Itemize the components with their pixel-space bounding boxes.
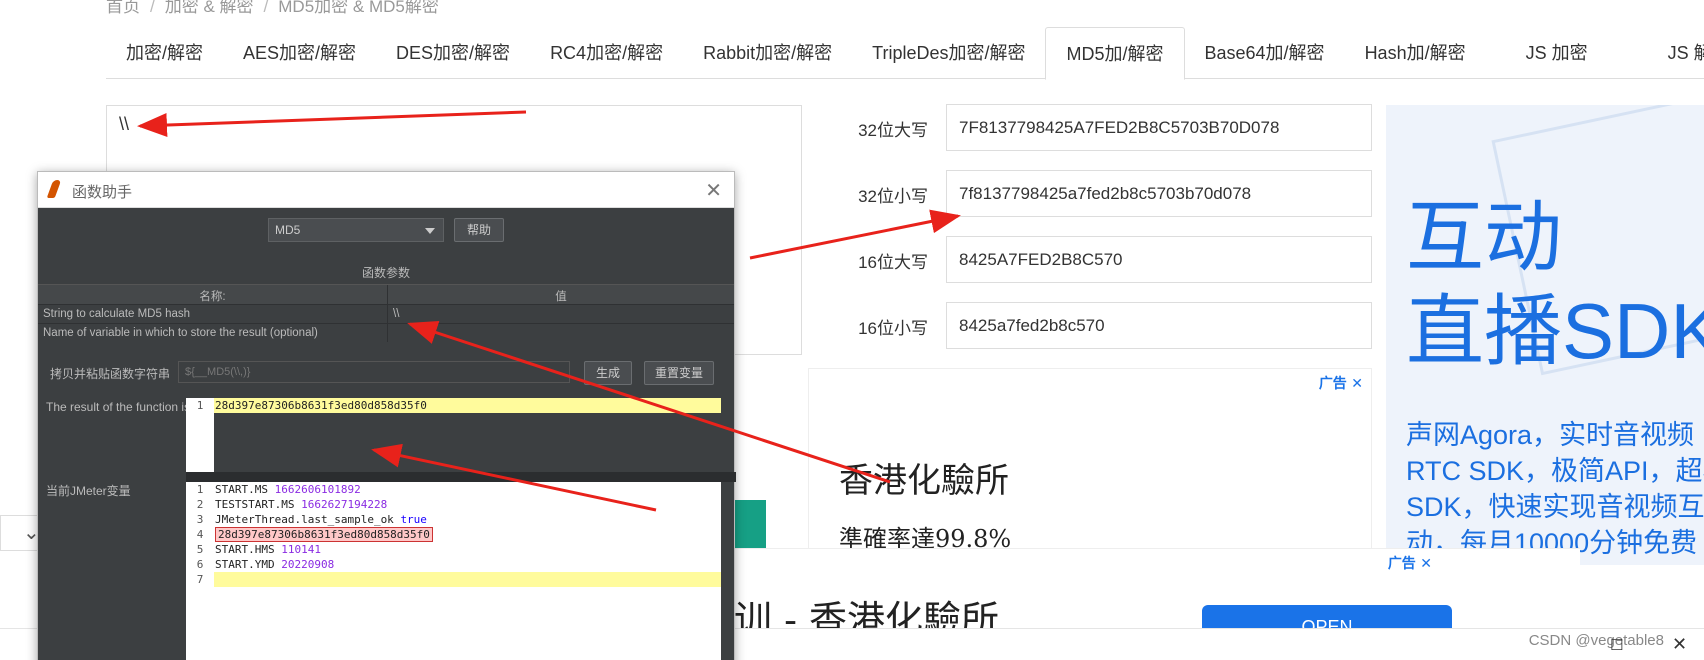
close-icon[interactable]: ✕ — [1351, 375, 1363, 391]
breadcrumb-separator: / — [150, 0, 155, 16]
params-heading: 函数参数 — [361, 266, 410, 280]
ad-tag-label: 广告 — [1318, 375, 1347, 391]
var-value: 1662606101892 — [274, 483, 361, 496]
agora-description: 声网Agora，实时音视频 RTC SDK，极简API，超小SDK，快速实现音视… — [1406, 420, 1704, 558]
tab-rc4[interactable]: RC4加密/解密 — [530, 27, 683, 79]
var-value: 1662627194228 — [301, 498, 388, 511]
jmeter-feather-icon — [46, 180, 62, 198]
var-line: START.HMS 110141 — [214, 542, 721, 557]
tab-js-encrypt[interactable]: JS 加密 — [1486, 27, 1628, 79]
breadcrumb-home[interactable]: 首页 — [106, 0, 140, 16]
function-select-value: MD5 — [275, 223, 301, 237]
result-label: The result of the function is — [46, 400, 191, 414]
param-value[interactable] — [388, 324, 734, 342]
var-line: 28d397e87306b8631f3ed80d858d35f0 — [214, 527, 721, 542]
vars-label: 当前JMeter变量 — [46, 484, 131, 498]
var-key: TESTSTART.MS — [215, 498, 295, 511]
ad-tag-label: 广告 — [1387, 555, 1416, 571]
copy-label: 拷贝并粘贴函数字符串 — [50, 367, 171, 381]
result-label-16-upper: 16位大写 — [858, 253, 928, 272]
tab-encrypt-decrypt[interactable]: 加密/解密 — [106, 27, 223, 79]
table-row[interactable]: String to calculate MD5 hash \\ — [38, 304, 734, 323]
generate-button[interactable]: 生成 — [584, 361, 632, 385]
agora-headline: 互动 直播SDK — [1406, 190, 1704, 378]
dialog-title: 函数助手 — [72, 184, 133, 201]
params-table-header: 名称: 值 — [38, 284, 734, 304]
result-field-16-upper[interactable]: 8425A7FED2B8C570 — [946, 236, 1372, 283]
param-name: String to calculate MD5 hash — [38, 305, 388, 323]
tab-rabbit[interactable]: Rabbit加密/解密 — [683, 27, 852, 79]
table-row[interactable]: Name of variable in which to store the r… — [38, 323, 734, 342]
ad-tag-bottom: 广告 ✕ — [1388, 553, 1432, 573]
breadcrumb-current: MD5加密 & MD5解密 — [278, 0, 439, 16]
breadcrumb-encrypt[interactable]: 加密 & 解密 — [165, 0, 254, 16]
agora-headline-line2: 直播SDK — [1406, 287, 1704, 375]
dialog-titlebar: 函数助手 ✕ — [38, 172, 734, 208]
function-helper-dialog: 函数助手 ✕ MD5 帮助 函数参数 名称: 值 String to calcu… — [37, 171, 736, 660]
input-value: \\ — [119, 114, 130, 134]
result-field-16-lower[interactable]: 8425a7fed2b8c570 — [946, 302, 1372, 349]
var-line-current — [214, 572, 721, 587]
result-field-32-upper[interactable]: 7F8137798425A7FED2B8C5703B70D078 — [946, 104, 1372, 151]
var-line: START.MS 1662606101892 — [214, 482, 721, 497]
tab-tripledes[interactable]: TripleDes加密/解密 — [852, 27, 1045, 79]
ad-agora[interactable]: 互动 直播SDK 声网Agora，实时音视频 RTC SDK，极简API，超小SD… — [1386, 105, 1704, 565]
var-key: JMeterThread.last_sample_ok — [215, 513, 394, 526]
function-select[interactable]: MD5 — [268, 218, 444, 242]
tab-aes[interactable]: AES加密/解密 — [223, 27, 376, 79]
ad-tag: 广告 ✕ — [1319, 373, 1363, 393]
line-gutter: 1234567 — [186, 482, 214, 660]
tab-base64[interactable]: Base64加/解密 — [1185, 27, 1345, 79]
param-name: Name of variable in which to store the r… — [38, 324, 388, 342]
result-label-16-lower: 16位小写 — [858, 319, 928, 338]
watermark: CSDN @vegetable8 — [1528, 632, 1664, 649]
reset-variables-button[interactable]: 重置变量 — [644, 361, 714, 385]
help-button[interactable]: 帮助 — [454, 218, 504, 242]
ad-headline: 香港化驗所 — [839, 461, 1009, 501]
window-icon[interactable]: ☐ — [1610, 636, 1623, 654]
col-value-header: 值 — [555, 291, 567, 303]
col-name-header: 名称: — [38, 285, 388, 304]
var-key: START.HMS — [215, 543, 275, 556]
close-icon[interactable]: ✕ — [1420, 555, 1432, 571]
breadcrumb-separator: / — [263, 0, 269, 16]
var-value: 20220908 — [281, 558, 335, 571]
tab-des[interactable]: DES加密/解密 — [376, 27, 530, 79]
tab-js-decrypt[interactable]: JS 解密 — [1628, 27, 1704, 79]
var-line: JMeterThread.last_sample_ok true — [214, 512, 721, 527]
tool-tabs: 加密/解密 AES加密/解密 DES加密/解密 RC4加密/解密 Rabbit加… — [106, 27, 1704, 80]
var-key: START.MS — [215, 483, 268, 496]
agora-headline-line1: 互动 — [1406, 193, 1563, 281]
param-value[interactable]: \\ — [388, 305, 734, 323]
close-icon[interactable]: ✕ — [705, 178, 722, 203]
tab-hash[interactable]: Hash加/解密 — [1345, 27, 1486, 79]
var-key: START.YMD — [215, 558, 275, 571]
close-icon[interactable]: ✕ — [1672, 634, 1687, 655]
vars-lines: START.MS 1662606101892 TESTSTART.MS 1662… — [214, 482, 721, 660]
var-value: 110141 — [281, 543, 321, 556]
result-field-32-lower[interactable]: 7f8137798425a7fed2b8c5703b70d078 — [946, 170, 1372, 217]
dropdown-arrow-icon — [425, 228, 435, 234]
result-lines: 28d397e87306b8631f3ed80d858d35f0 — [214, 398, 721, 472]
result-line: 28d397e87306b8631f3ed80d858d35f0 — [214, 398, 721, 413]
var-value: true — [400, 513, 427, 526]
line-gutter: 1 — [186, 398, 214, 472]
tab-md5[interactable]: MD5加/解密 — [1045, 27, 1185, 80]
var-line: TESTSTART.MS 1662627194228 — [214, 497, 721, 512]
var-line: START.YMD 20220908 — [214, 557, 721, 572]
result-label-32-lower: 32位小写 — [858, 187, 928, 206]
result-label-32-upper: 32位大写 — [858, 121, 928, 140]
var-value-highlighted: 28d397e87306b8631f3ed80d858d35f0 — [215, 527, 433, 542]
splitter[interactable] — [186, 472, 736, 482]
params-table: 名称: 值 String to calculate MD5 hash \\ Na… — [38, 284, 734, 342]
vars-editor[interactable]: 1234567 START.MS 1662606101892 TESTSTART… — [186, 482, 721, 660]
result-editor[interactable]: 1 28d397e87306b8631f3ed80d858d35f0 — [186, 398, 721, 472]
breadcrumb: 首页 / 加密 & 解密 / MD5加密 & MD5解密 — [106, 0, 439, 17]
function-string-input[interactable]: ${__MD5(\\,)} — [178, 361, 570, 383]
